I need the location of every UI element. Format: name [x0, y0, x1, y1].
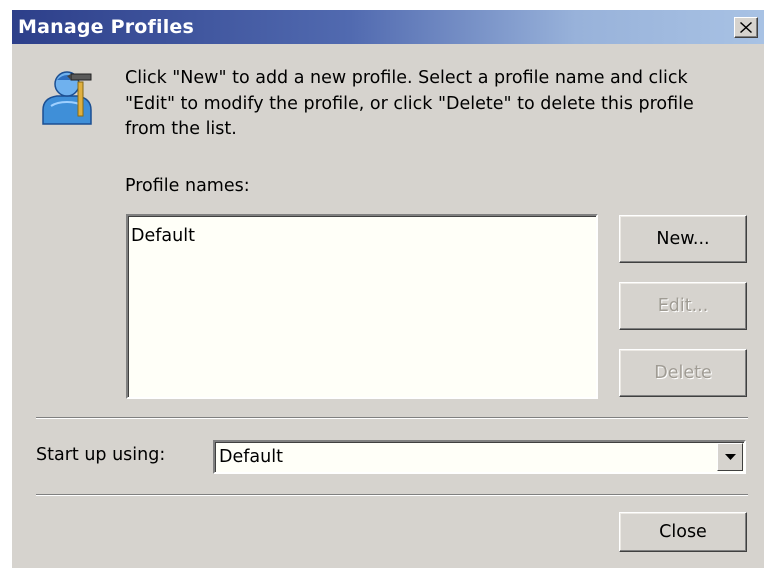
edit-button[interactable]: Edit... [619, 282, 747, 330]
profile-tools-icon [42, 71, 92, 125]
startup-profile-select[interactable]: Default [213, 440, 746, 474]
profile-list-item[interactable]: Default [131, 226, 195, 246]
startup-selected-value: Default [219, 447, 283, 467]
delete-button[interactable]: Delete [619, 349, 747, 397]
title-bar[interactable]: Manage Profiles [12, 10, 764, 44]
profile-names-list[interactable]: Default [126, 214, 598, 399]
close-icon[interactable] [734, 17, 758, 38]
manage-profiles-dialog: Manage Profiles Click "New" to add a new… [12, 10, 764, 568]
dialog-title: Manage Profiles [18, 16, 195, 38]
new-button[interactable]: New... [619, 215, 747, 263]
instructions-text: Click "New" to add a new profile. Select… [125, 68, 694, 139]
startup-label: Start up using: [36, 445, 166, 465]
separator [36, 494, 748, 496]
separator [36, 417, 748, 419]
close-button[interactable]: Close [619, 512, 747, 552]
chevron-down-icon[interactable] [717, 443, 743, 471]
profile-names-label: Profile names: [125, 176, 250, 196]
